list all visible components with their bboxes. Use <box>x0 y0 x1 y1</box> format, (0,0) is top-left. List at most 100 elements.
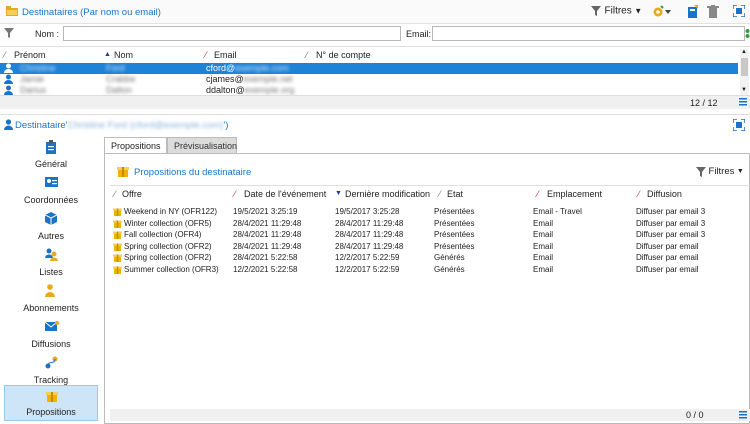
table-row[interactable]: Spring collection (OFR2) 28/4/2021 5:22:5… <box>110 252 740 264</box>
propositions-title: Propositions du destinataire <box>134 167 252 178</box>
cell-email: cford@exemple.com <box>206 63 289 73</box>
folder-icon <box>6 6 18 16</box>
col-email[interactable]: Email <box>214 50 237 60</box>
table-row[interactable]: Spring collection (OFR2) 28/4/2021 11:29:… <box>110 241 740 253</box>
table-row[interactable]: Summer collection (OFR3) 12/2/2021 5:22:5… <box>110 264 740 276</box>
cell-emplacement: Email <box>533 230 554 239</box>
cell-diffusion: Diffuser par email <box>636 253 699 262</box>
sort-icon: ⁄ <box>537 189 539 199</box>
col-offre[interactable]: Offre <box>122 189 142 199</box>
sidebar-item-label: Tracking <box>33 375 69 385</box>
sidebar-item-autres[interactable]: Autres <box>4 208 98 244</box>
offer-icon <box>113 206 122 216</box>
cell-emplacement: Email <box>533 253 554 262</box>
cell-diffusion: Diffuser par email 3 <box>636 218 706 228</box>
col-derniere-modification[interactable]: Dernière modification <box>345 189 430 199</box>
grid-footer: 12 / 12 <box>0 95 750 109</box>
cell-derniere-modification: 28/4/2017 11:29:48 <box>335 218 404 228</box>
sidebar-item-label: Général <box>34 159 68 169</box>
sidebar-item-tracking[interactable]: Tracking <box>4 352 98 388</box>
filter-dropdown-button[interactable]: Filtres ▼ <box>696 166 744 177</box>
filtres-label: Filtres <box>708 166 735 178</box>
sort-asc-icon: ▲ <box>104 51 111 58</box>
table-row[interactable]: Christine Ford cford@exemple.com <box>0 63 738 74</box>
fullscreen-icon[interactable] <box>733 5 745 17</box>
search-filter-row: Nom : Email: <box>0 24 750 44</box>
menu-icon[interactable] <box>739 411 747 419</box>
clipboard-icon <box>45 140 57 154</box>
contact-card-icon <box>45 176 58 188</box>
sidebar-item-general[interactable]: Général <box>4 136 98 172</box>
new-recipient-button[interactable] <box>687 5 699 19</box>
table-row[interactable]: Winter collection (OFR5) 28/4/2021 11:29:… <box>110 218 740 230</box>
refresh-icon[interactable] <box>745 28 750 38</box>
menu-icon[interactable] <box>739 98 747 106</box>
cell-derniere-modification: 19/5/2017 3:25:28 <box>335 207 400 216</box>
sidebar-item-coordonnees[interactable]: Coordonnées <box>4 172 98 208</box>
sidebar-item-label: Abonnements <box>23 303 79 313</box>
col-emplacement[interactable]: Emplacement <box>547 189 602 199</box>
trash-icon[interactable] <box>707 5 719 18</box>
recipient-label: Destinataire <box>15 120 66 131</box>
recipient-title: Destinataire'Christine Ford (cford@exemp… <box>15 120 229 131</box>
funnel-icon <box>696 166 706 177</box>
sidebar-item-diffusions[interactable]: Diffusions <box>4 316 98 352</box>
people-list-icon <box>45 248 58 261</box>
email-label: Email: <box>406 29 432 39</box>
scroll-thumb <box>741 58 748 76</box>
offer-icon <box>113 252 122 262</box>
sort-icon: ⁄ <box>114 189 116 199</box>
fullscreen-icon[interactable] <box>733 119 745 131</box>
cell-derniere-modification: 28/4/2017 11:29:48 <box>335 230 404 239</box>
cell-diffusion: Diffuser par email 3 <box>636 230 706 239</box>
sort-icon: ⁄ <box>234 189 236 199</box>
col-diffusion[interactable]: Diffusion <box>647 189 682 199</box>
propositions-panel: Propositions du destinataire Filtres ▼ ⁄… <box>104 153 750 424</box>
person-icon <box>4 85 13 95</box>
offer-icon <box>46 390 58 402</box>
propositions-grid: ⁄ Offre ⁄ Date de l'événement ▼ Dernière… <box>110 185 750 421</box>
cell-date-evenement: 28/4/2021 11:29:48 <box>233 241 302 251</box>
recipient-name: Christine Ford (cford@exemple.com) <box>67 120 224 131</box>
cell-emplacement: Email <box>533 218 554 228</box>
table-row[interactable]: Weekend in NY (OFR122) 19/5/2021 3:25:19 1… <box>110 206 740 218</box>
tab-previsualisation[interactable]: Prévisualisation <box>167 137 237 154</box>
scroll-up-icon: ▲ <box>741 49 747 55</box>
scroll-down-icon: ▼ <box>741 87 747 93</box>
cell-diffusion: Diffuser par email <box>636 241 699 251</box>
actions-gear-button[interactable] <box>652 5 674 18</box>
offer-icon <box>117 165 129 177</box>
sidebar-item-propositions[interactable]: Propositions <box>4 385 98 421</box>
nom-label: Nom : <box>35 29 60 39</box>
sidebar-item-abonnements[interactable]: Abonnements <box>4 280 98 316</box>
person-icon <box>4 63 13 73</box>
chevron-down-icon: ▼ <box>736 168 744 176</box>
col-etat[interactable]: Etat <box>447 189 463 199</box>
col-nom[interactable]: Nom <box>114 50 133 60</box>
recipient-sidebar: Général Coordonnées Autres Listes Abonne… <box>0 134 101 424</box>
col-prenom[interactable]: Prénom <box>14 50 46 60</box>
offer-icon <box>113 218 122 228</box>
cell-derniere-modification: 12/2/2017 5:22:59 <box>335 264 400 274</box>
nom-input[interactable] <box>63 26 401 41</box>
cell-derniere-modification: 28/4/2017 11:29:48 <box>335 241 404 251</box>
cell-diffusion: Diffuser par email 3 <box>636 207 706 216</box>
cell-offre: Winter collection (OFR5) <box>124 218 212 228</box>
email-input[interactable] <box>432 26 745 41</box>
col-date-evenement[interactable]: Date de l'événement <box>244 189 326 199</box>
cell-offre: Fall collection (OFR4) <box>124 230 202 239</box>
cell-derniere-modification: 12/2/2017 5:22:59 <box>335 253 400 262</box>
table-row[interactable]: Jamie Crabbe cjames@exemple.net <box>0 74 738 85</box>
sidebar-item-label: Diffusions <box>31 339 71 349</box>
table-row[interactable]: Fall collection (OFR4) 28/4/2021 11:29:48… <box>110 229 740 241</box>
cell-date-evenement: 12/2/2021 5:22:58 <box>233 264 298 274</box>
filter-dropdown-button[interactable]: Filtres ▼ <box>590 5 642 17</box>
sidebar-item-listes[interactable]: Listes <box>4 244 98 280</box>
tab-propositions[interactable]: Propositions <box>104 137 167 154</box>
offer-icon <box>113 264 122 274</box>
col-numero-compte[interactable]: N° de compte <box>316 50 371 60</box>
cell-nom: Crabbe <box>106 74 136 84</box>
recipient-detail-header: Destinataire'Christine Ford (cford@exemp… <box>0 114 750 134</box>
recipients-panel-header: Destinataires (Par nom ou email) Filtres… <box>0 0 750 24</box>
scrollbar[interactable]: ▲ ▼ <box>740 49 749 95</box>
